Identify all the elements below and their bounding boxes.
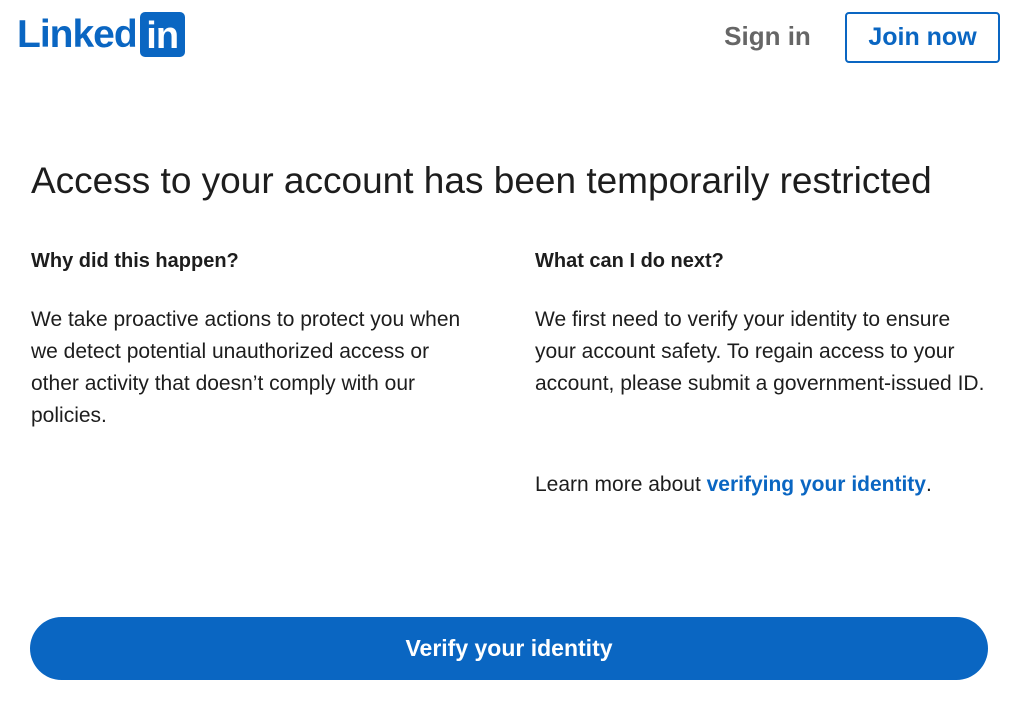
why-section: Why did this happen? We take proactive a… [31, 247, 476, 432]
next-heading: What can I do next? [535, 250, 724, 272]
learn-more-suffix: . [925, 473, 932, 496]
sign-in-link[interactable]: Sign in [712, 14, 823, 58]
verify-identity-link[interactable]: verifying your identity [707, 473, 926, 496]
next-section: What can I do next? We first need to ver… [535, 247, 995, 400]
learn-more-prefix: Learn more about [535, 473, 707, 496]
learn-more-text: Learn more about verifying your identity… [535, 469, 932, 501]
logo-wordmark: Linked [17, 13, 138, 56]
restricted-page: Linked in Sign in Join now Access to you… [0, 0, 1021, 708]
join-now-button[interactable]: Join now [845, 12, 1000, 63]
verify-identity-button[interactable]: Verify your identity [30, 617, 988, 680]
next-body: We first need to verify your identity to… [535, 308, 985, 395]
linkedin-logo[interactable]: Linked in [17, 12, 185, 57]
why-heading: Why did this happen? [31, 250, 239, 272]
logo-in-box: in [139, 12, 185, 57]
page-title: Access to your account has been temporar… [31, 160, 932, 201]
why-body: We take proactive actions to protect you… [31, 308, 461, 427]
